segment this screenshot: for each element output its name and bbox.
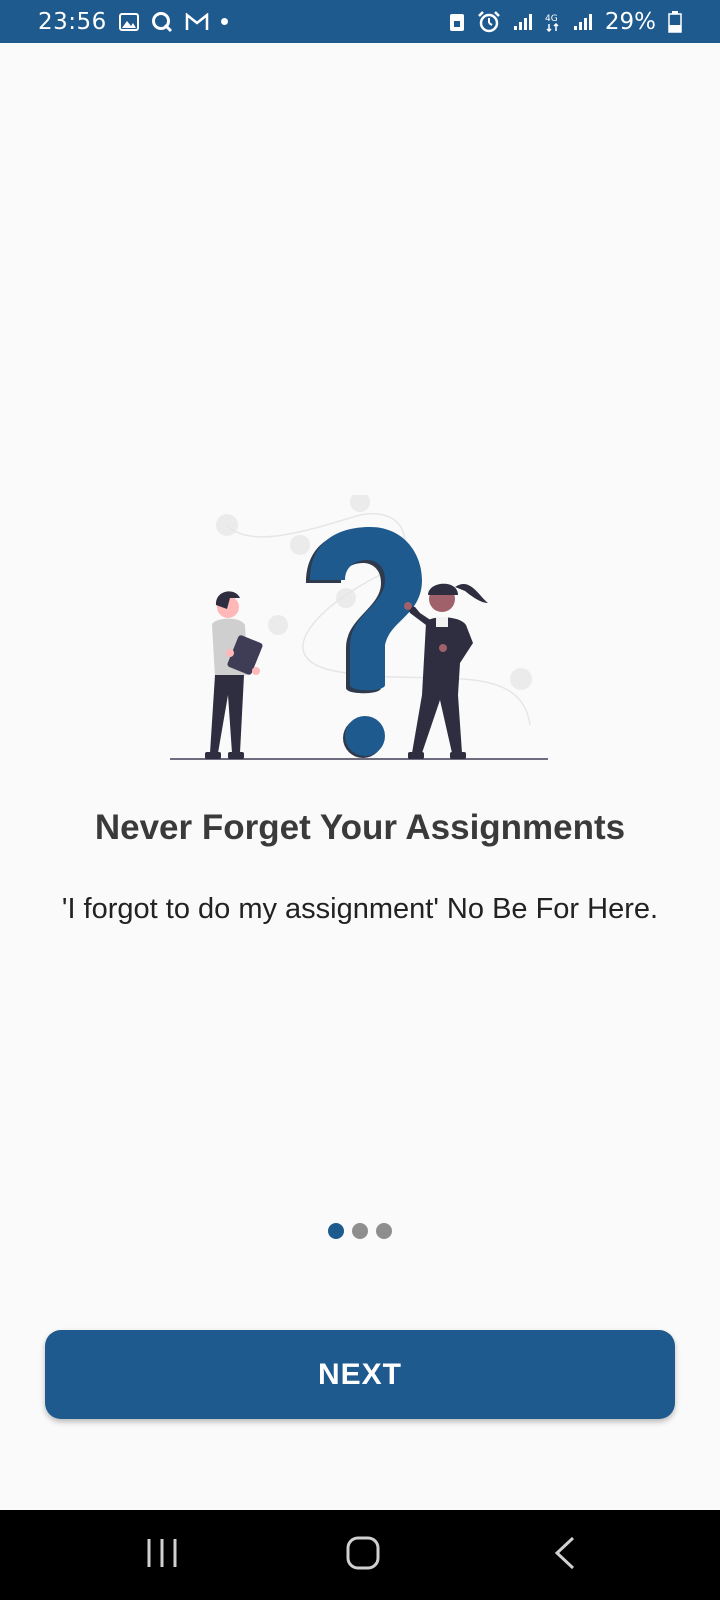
battery-icon bbox=[668, 10, 682, 33]
man-figure bbox=[205, 591, 263, 759]
4g-icon: 4G bbox=[545, 12, 561, 32]
home-icon bbox=[345, 1535, 381, 1576]
battery-level: 29% bbox=[604, 8, 656, 35]
signal-icon bbox=[513, 13, 533, 31]
status-bar: 23:56 4G 29% bbox=[0, 0, 720, 43]
recents-button[interactable] bbox=[102, 1510, 222, 1600]
recents-icon bbox=[145, 1537, 179, 1574]
status-time: 23:56 bbox=[38, 8, 107, 35]
gallery-icon bbox=[118, 12, 139, 31]
next-button[interactable]: NEXT bbox=[45, 1330, 675, 1419]
signal-icon bbox=[573, 13, 593, 31]
onboarding-subtitle: 'I forgot to do my assignment' No Be For… bbox=[61, 893, 659, 925]
question-mark-people-illustration bbox=[160, 492, 560, 770]
page-dot-active bbox=[328, 1223, 344, 1239]
svg-text:4G: 4G bbox=[545, 14, 558, 24]
page-dot bbox=[352, 1223, 368, 1239]
onboarding-title: Never Forget Your Assignments bbox=[94, 808, 626, 847]
woman-figure bbox=[404, 583, 488, 759]
q-app-icon bbox=[151, 11, 173, 33]
back-button[interactable] bbox=[505, 1510, 625, 1600]
gmail-icon bbox=[185, 12, 209, 31]
alarm-icon bbox=[477, 10, 501, 33]
back-icon bbox=[553, 1536, 577, 1575]
system-nav-bar bbox=[0, 1510, 720, 1600]
page-dot bbox=[376, 1223, 392, 1239]
page-indicator bbox=[0, 1223, 720, 1239]
lock-icon bbox=[449, 12, 465, 32]
question-mark-shape bbox=[306, 527, 422, 758]
notification-dot-icon bbox=[220, 18, 228, 25]
home-button[interactable] bbox=[303, 1510, 423, 1600]
